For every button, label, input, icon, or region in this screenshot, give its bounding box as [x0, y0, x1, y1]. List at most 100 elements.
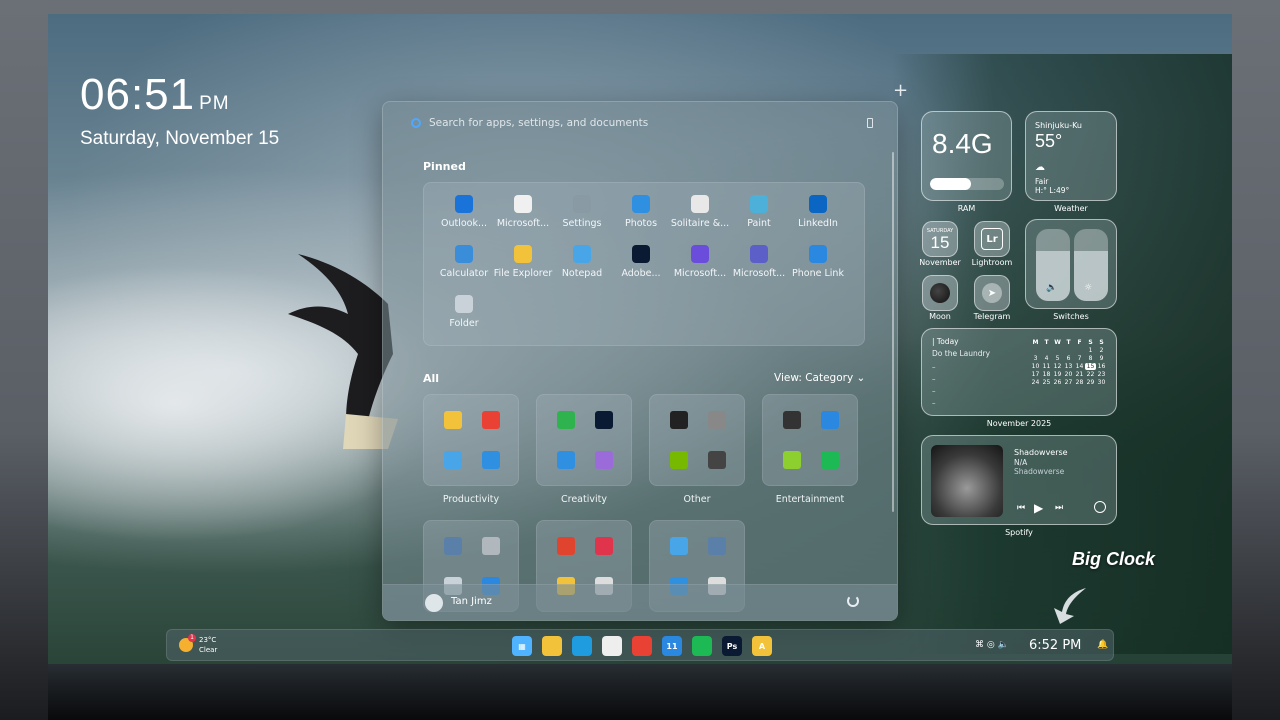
- spotify-icon[interactable]: [1094, 501, 1106, 513]
- file-explorer-taskbar[interactable]: [542, 636, 562, 656]
- telegram-widget[interactable]: ➤: [974, 275, 1010, 311]
- mini-calendar: M T W T F S S 1 2 3 4 5 6 7 8 9 10 11 12 13 14 15 16 17 18 19 20 21…: [1030, 339, 1107, 386]
- category-folder[interactable]: [536, 394, 632, 486]
- chrome-taskbar[interactable]: [632, 636, 652, 656]
- photoshop-taskbar[interactable]: Ps: [722, 636, 742, 656]
- calendar-day-cell[interactable]: 11: [1041, 363, 1052, 370]
- avatar[interactable]: [425, 594, 443, 612]
- app-taskbar[interactable]: A: [752, 636, 772, 656]
- category-app-icon: [557, 411, 575, 429]
- calendar-day-cell[interactable]: 26: [1052, 379, 1063, 386]
- category-folder[interactable]: [762, 394, 858, 486]
- pinned-app[interactable]: Paint: [729, 195, 789, 229]
- calendar-day-cell[interactable]: 5: [1052, 355, 1063, 362]
- calendar-day-cell[interactable]: [1074, 347, 1085, 354]
- calendar-day-cell[interactable]: 12: [1052, 363, 1063, 370]
- pinned-app[interactable]: Calculator: [434, 245, 494, 279]
- category-label: Entertainment: [775, 494, 845, 505]
- volume-slider[interactable]: 🔈: [1036, 229, 1070, 301]
- calendar-day-cell[interactable]: [1052, 347, 1063, 354]
- calendar-day-cell[interactable]: 13: [1063, 363, 1074, 370]
- calendar-day-cell[interactable]: 27: [1063, 379, 1074, 386]
- moon-widget[interactable]: [922, 275, 958, 311]
- pinned-app[interactable]: File Explorer: [493, 245, 553, 279]
- store-taskbar[interactable]: [602, 636, 622, 656]
- calendar-day-cell[interactable]: 2: [1096, 347, 1107, 354]
- calendar-day-cell[interactable]: 6: [1063, 355, 1074, 362]
- calendar-day-cell[interactable]: [1030, 347, 1041, 354]
- pinned-app[interactable]: LinkedIn: [788, 195, 848, 229]
- tray-icons[interactable]: ⌘ ◎ 🔈: [975, 640, 1009, 650]
- previous-icon[interactable]: ⏮: [1017, 503, 1025, 513]
- add-widget-icon[interactable]: +: [893, 80, 908, 101]
- pinned-app[interactable]: Microsoft...: [670, 245, 730, 279]
- pinned-app-label: Photos: [624, 218, 658, 229]
- calendar-widget[interactable]: | Today Do the Laundry – – – – MTWTFSS12…: [921, 328, 1117, 416]
- brightness-slider[interactable]: ☼: [1074, 229, 1108, 301]
- calendar-day-cell[interactable]: 24: [1030, 379, 1041, 386]
- calendar-day-cell[interactable]: 17: [1030, 371, 1041, 378]
- play-icon[interactable]: ▶: [1034, 501, 1043, 515]
- start-button[interactable]: ▦: [512, 636, 532, 656]
- edge-taskbar[interactable]: [572, 636, 592, 656]
- calendar-day-cell[interactable]: 10: [1030, 363, 1041, 370]
- calendar-day-cell[interactable]: 4: [1041, 355, 1052, 362]
- weather-widget[interactable]: Shinjuku-Ku 55° ☁ Fair H:° L:49°: [1025, 111, 1117, 201]
- calendar-day-cell[interactable]: 25: [1041, 379, 1052, 386]
- user-name[interactable]: Tan Jimz: [451, 596, 492, 607]
- pinned-app[interactable]: Adobe...: [611, 245, 671, 279]
- updates-taskbar[interactable]: 11: [662, 636, 682, 656]
- category-folder[interactable]: [423, 394, 519, 486]
- calendar-day-cell[interactable]: 1: [1085, 347, 1096, 354]
- calendar-day-cell[interactable]: 18: [1041, 371, 1052, 378]
- calendar-small-widget[interactable]: SATURDAY 15: [922, 221, 958, 257]
- phone-icon[interactable]: [867, 118, 873, 128]
- solitaire-icon: [691, 195, 709, 213]
- start-search[interactable]: Search for apps, settings, and documents: [411, 112, 873, 134]
- pinned-app[interactable]: Solitaire &...: [670, 195, 730, 229]
- calendar-day-cell[interactable]: 8: [1085, 355, 1096, 362]
- ram-widget[interactable]: 8.4G: [921, 111, 1012, 201]
- calendar-day-cell[interactable]: 3: [1030, 355, 1041, 362]
- pinned-app[interactable]: Microsoft...: [493, 195, 553, 229]
- calendar-day-cell[interactable]: 21: [1074, 371, 1085, 378]
- calendar-day-cell[interactable]: 15: [1085, 363, 1096, 370]
- power-icon[interactable]: [847, 595, 859, 607]
- category-app-icon: [670, 411, 688, 429]
- pinned-app[interactable]: Microsoft...: [729, 245, 789, 279]
- calendar-day-cell[interactable]: 7: [1074, 355, 1085, 362]
- calendar-day-cell[interactable]: 30: [1096, 379, 1107, 386]
- pinned-app[interactable]: Settings: [552, 195, 612, 229]
- calendar-day-cell[interactable]: 19: [1052, 371, 1063, 378]
- calendar-day-cell[interactable]: [1041, 347, 1052, 354]
- taskbar-clock[interactable]: 6:52 PM: [1029, 638, 1081, 653]
- view-category-dropdown[interactable]: View: Category ⌄: [774, 372, 865, 384]
- pinned-app[interactable]: Notepad: [552, 245, 612, 279]
- lightroom-widget[interactable]: Lr: [974, 221, 1010, 257]
- calendar-day-cell[interactable]: 9: [1096, 355, 1107, 362]
- next-icon[interactable]: ⏭: [1055, 503, 1063, 513]
- spotify-taskbar[interactable]: [692, 636, 712, 656]
- scrollbar[interactable]: [892, 152, 894, 512]
- calendar-day-cell[interactable]: 23: [1096, 371, 1107, 378]
- calendar-day-cell[interactable]: 28: [1074, 379, 1085, 386]
- switches-widget: 🔈 ☼: [1025, 219, 1117, 309]
- pinned-app[interactable]: Photos: [611, 195, 671, 229]
- pinned-app[interactable]: Phone Link: [788, 245, 848, 279]
- spotify-widget[interactable]: Shadowverse N/A Shadowverse ⏮ ▶ ⏭: [921, 435, 1117, 525]
- calendar-day-cell[interactable]: [1063, 347, 1074, 354]
- pinned-app[interactable]: Outlook...: [434, 195, 494, 229]
- search-input[interactable]: Search for apps, settings, and documents: [429, 117, 648, 129]
- notification-icon[interactable]: 🔔: [1097, 640, 1108, 650]
- pinned-app-label: Microsoft...: [496, 218, 550, 229]
- calendar-day-cell[interactable]: 29: [1085, 379, 1096, 386]
- folder-icon: [514, 245, 532, 263]
- calendar-day-cell[interactable]: 20: [1063, 371, 1074, 378]
- calendar-day-cell[interactable]: 16: [1096, 363, 1107, 370]
- category-folder[interactable]: [649, 394, 745, 486]
- calendar-day-cell[interactable]: 22: [1085, 371, 1096, 378]
- category-app-icon: [708, 451, 726, 469]
- pinned-app[interactable]: Folder: [434, 295, 494, 329]
- cloud-moon-icon: ☁: [1035, 162, 1045, 173]
- calendar-day-cell[interactable]: 14: [1074, 363, 1085, 370]
